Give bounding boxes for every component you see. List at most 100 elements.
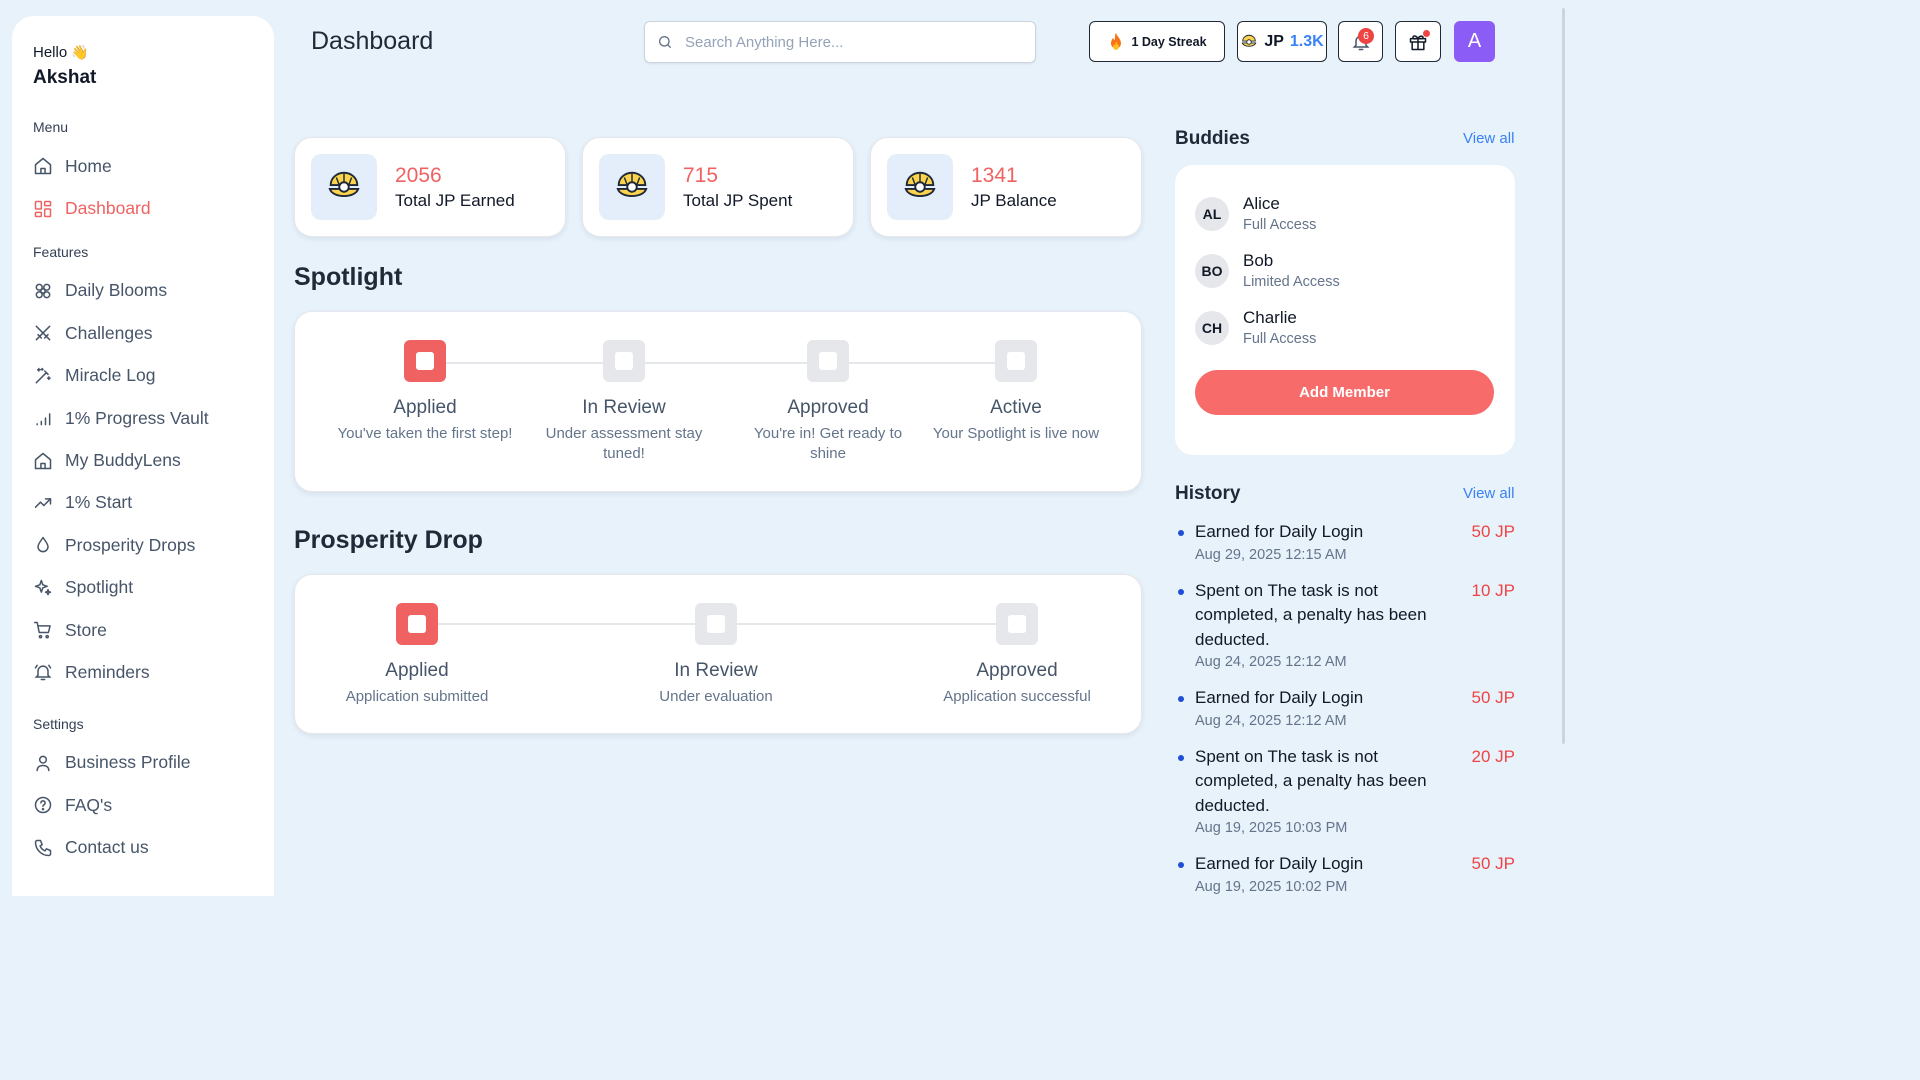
buddy-avatar: BO	[1195, 253, 1229, 288]
sidebar-item-my-buddylens[interactable]: My BuddyLens	[33, 439, 254, 481]
buddy-item[interactable]: AL Alice Full Access	[1195, 185, 1495, 242]
bullet-dot	[1178, 588, 1184, 595]
buddy-avatar: CH	[1195, 310, 1229, 345]
sidebar-item-label: FAQ's	[65, 794, 113, 815]
gift-button[interactable]	[1395, 21, 1441, 62]
sidebar-item-label: Reminders	[65, 661, 150, 682]
step-desc: You've taken the first step!	[337, 425, 513, 442]
sidebar-item-spotlight[interactable]: Spotlight	[33, 567, 254, 609]
step-label: Active	[990, 397, 1042, 418]
settings-list: Business Profile FAQ's Contact us	[33, 742, 254, 869]
menu-list: Home Dashboard	[33, 145, 254, 230]
stat-card-total-spent: 715 Total JP Spent	[582, 137, 854, 237]
prosperity-title: Prosperity Drop	[294, 526, 483, 554]
help-circle-icon	[34, 797, 52, 814]
stat-value: 2056	[395, 163, 442, 187]
wave-emoji: 👋	[71, 44, 89, 60]
step-label: Approved	[976, 660, 1058, 681]
history-amount: 50 JP	[1471, 522, 1515, 541]
sidebar-item-prosperity-drops[interactable]: Prosperity Drops	[33, 524, 254, 566]
step-applied: Applied Application submitted	[327, 603, 507, 707]
droplet-icon	[37, 537, 49, 553]
sidebar: Hello 👋 Akshat Menu Home Dashboard Featu…	[12, 16, 274, 896]
sidebar-item-contact-us[interactable]: Contact us	[33, 826, 254, 868]
bullet-dot	[1178, 530, 1184, 536]
step-in-review: In Review Under evaluation	[626, 603, 806, 707]
page-scrollbar[interactable]	[1562, 8, 1565, 744]
history-date: Aug 29, 2025 12:15 AM	[1195, 546, 1347, 563]
buddies-view-all-link[interactable]: View all	[1463, 130, 1514, 147]
step-indicator	[996, 603, 1038, 645]
add-member-button[interactable]: Add Member	[1195, 370, 1494, 415]
stat-card-total-earned: 2056 Total JP Earned	[294, 137, 566, 237]
sidebar-item-label: Spotlight	[65, 577, 134, 598]
sidebar-item-business-profile[interactable]: Business Profile	[33, 742, 254, 784]
step-approved: Approved Application successful	[917, 603, 1117, 707]
prosperity-stepper: Applied Application submitted In Review …	[294, 574, 1142, 734]
step-label: Applied	[385, 660, 449, 681]
notification-badge: 6	[1358, 28, 1374, 44]
spotlight-title: Spotlight	[294, 263, 403, 291]
sidebar-item-dashboard[interactable]: Dashboard	[33, 187, 254, 229]
jp-points-button[interactable]: JP 1.3K	[1237, 21, 1327, 62]
sidebar-item-progress-vault[interactable]: 1% Progress Vault	[33, 397, 254, 439]
history-title-text: Spent on The task is not completed, a pe…	[1195, 580, 1427, 649]
streak-label: 1 Day Streak	[1131, 34, 1207, 49]
step-desc: Application successful	[943, 688, 1091, 705]
history-view-all-link[interactable]: View all	[1463, 485, 1514, 502]
step-label: Applied	[393, 397, 457, 418]
buddy-avatar: AL	[1195, 196, 1229, 231]
stat-label: Total JP Earned	[395, 191, 515, 211]
sidebar-item-label: Dashboard	[65, 198, 151, 219]
sidebar-item-label: Business Profile	[65, 752, 191, 773]
search-icon	[659, 36, 671, 48]
stat-icon-box	[599, 154, 665, 220]
user-icon	[36, 755, 50, 772]
history-title-text: Earned for Daily Login	[1195, 688, 1364, 707]
history-title: History	[1175, 483, 1241, 504]
buddy-name: Charlie	[1243, 308, 1297, 327]
sidebar-item-challenges[interactable]: Challenges	[33, 312, 254, 354]
sidebar-item-start[interactable]: 1% Start	[33, 482, 254, 524]
sidebar-item-daily-blooms[interactable]: Daily Blooms	[33, 270, 254, 312]
step-approved: Approved You're in! Get ready to shine	[738, 340, 918, 464]
buddy-item[interactable]: BO Bob Limited Access	[1195, 242, 1495, 299]
sidebar-item-label: Daily Blooms	[65, 280, 168, 301]
sidebar-item-home[interactable]: Home	[33, 145, 254, 187]
streak-button[interactable]: 1 Day Streak	[1089, 21, 1225, 62]
menu-section-label: Menu	[33, 119, 69, 135]
pearl-shell-icon	[904, 171, 936, 197]
house-icon	[34, 452, 52, 469]
page-title: Dashboard	[311, 27, 434, 55]
sidebar-item-faqs[interactable]: FAQ's	[33, 784, 254, 826]
search-input[interactable]	[685, 33, 1005, 51]
avatar[interactable]: A	[1454, 21, 1495, 62]
bell-ring-icon	[34, 665, 52, 681]
notifications-button[interactable]: 6	[1338, 21, 1383, 62]
cart-icon	[33, 621, 51, 639]
history-item: Spent on The task is not completed, a pe…	[1175, 745, 1515, 836]
sidebar-item-store[interactable]: Store	[33, 609, 254, 651]
magic-wand-icon	[35, 367, 51, 384]
pearl-shell-icon	[328, 171, 360, 197]
greeting: Hello 👋	[33, 44, 254, 61]
sidebar-item-reminders[interactable]: Reminders	[33, 651, 254, 693]
step-desc: Under evaluation	[659, 688, 773, 705]
history-title-text: Earned for Daily Login	[1195, 854, 1364, 873]
buddy-item[interactable]: CH Charlie Full Access	[1195, 299, 1495, 356]
history-item: Earned for Daily Login Aug 29, 2025 12:1…	[1175, 520, 1515, 563]
jp-value: 1.3K	[1289, 32, 1324, 50]
sidebar-item-label: Store	[65, 619, 107, 640]
step-indicator-active	[404, 340, 446, 382]
history-item: Earned for Daily Login Aug 19, 2025 10:0…	[1175, 852, 1515, 895]
sidebar-item-miracle-log[interactable]: Miracle Log	[33, 355, 254, 397]
step-indicator-active	[396, 603, 438, 645]
history-date: Aug 19, 2025 10:02 PM	[1195, 878, 1348, 895]
history-item: Earned for Daily Login Aug 24, 2025 12:1…	[1175, 686, 1515, 729]
buddy-name: Alice	[1243, 194, 1280, 213]
stat-value: 715	[683, 163, 719, 187]
step-active: Active Your Spotlight is live now	[931, 340, 1101, 444]
step-label: In Review	[582, 397, 666, 418]
step-in-review: In Review Under assessment stay tuned!	[529, 340, 719, 464]
bullet-dot	[1178, 862, 1184, 868]
